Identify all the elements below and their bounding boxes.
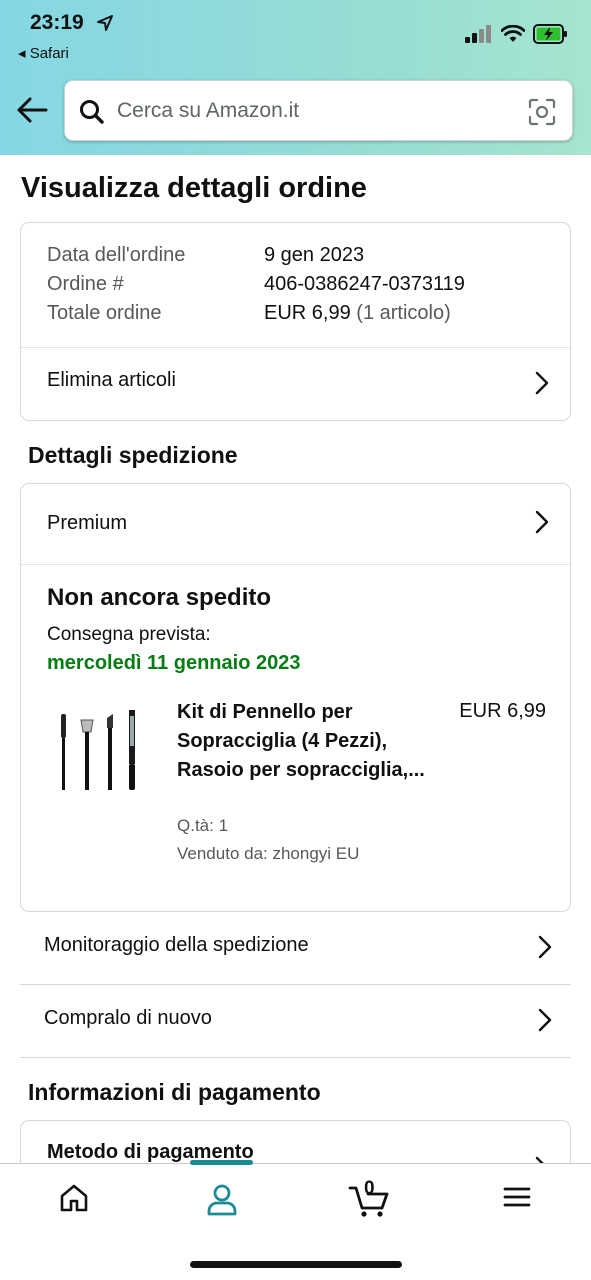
chevron-right-icon [535,510,549,534]
order-summary-card: Data dell'ordine 9 gen 2023 Ordine # 406… [20,222,571,421]
order-date-value: 9 gen 2023 [264,244,365,266]
premium-row[interactable]: Premium [21,484,570,564]
buy-again-row[interactable]: Compralo di nuovo [20,985,571,1058]
cellular-signal-icon [465,25,491,43]
track-shipment-row[interactable]: Monitoraggio della spedizione [20,912,571,985]
wifi-icon [501,25,525,42]
order-total-amount: EUR 6,99 [264,302,351,324]
delete-items-label: Elimina articoli [47,369,176,391]
search-input[interactable] [117,81,517,140]
delivery-date: mercoledì 11 gennaio 2023 [47,652,301,674]
chevron-right-icon [538,935,552,959]
shipment-status: Non ancora spedito [47,584,272,611]
back-to-safari-link[interactable]: ◂ Safari [18,44,69,62]
order-total-value: EUR 6,99 (1 articolo) [264,302,451,325]
status-time: 23:19 [30,11,84,34]
divider [20,1057,571,1058]
product-price: EUR 6,99 [459,700,546,722]
location-arrow-icon [97,15,113,31]
status-icons [465,24,569,44]
battery-charging-icon [533,24,567,44]
buy-again-label: Compralo di nuovo [44,1007,212,1029]
camera-scan-icon[interactable] [528,98,556,126]
delete-items-row[interactable]: Elimina articoli [21,348,570,421]
header: 23:19 ◂ Safari [0,0,591,155]
page-title: Visualizza dettagli ordine [21,172,367,204]
cart-count: 0 [364,1178,375,1199]
order-number-value: 406-0386247-0373119 [264,273,465,295]
premium-label: Premium [47,512,128,534]
back-arrow-icon[interactable] [16,96,48,124]
chevron-right-icon [538,1008,552,1032]
shipment-card: Premium Non ancora spedito Consegna prev… [20,483,571,912]
order-date-label: Data dell'ordine [47,244,186,266]
product-quantity: Q.tà: 1 [177,816,229,835]
track-shipment-label: Monitoraggio della spedizione [44,934,309,956]
product-title-link[interactable]: Kit di Pennello per Sopracciglia (4 Pezz… [177,698,427,785]
order-total-items: (1 articolo) [356,302,451,324]
account-icon[interactable] [205,1182,239,1216]
active-tab-indicator [190,1160,253,1165]
shipping-section-title: Dettagli spedizione [28,442,238,468]
search-bar[interactable] [64,80,573,141]
product-seller: Venduto da: zhongyi EU [177,844,360,863]
order-total-label: Totale ordine [47,302,162,324]
home-indicator [190,1261,402,1268]
bottom-tab-bar: 0 [0,1160,591,1280]
payment-section-title: Informazioni di pagamento [28,1079,321,1105]
divider [21,564,570,565]
product-image[interactable] [49,704,149,804]
home-icon[interactable] [58,1182,90,1214]
search-icon [80,100,104,124]
menu-icon[interactable] [502,1182,532,1212]
delivery-label: Consegna prevista: [47,624,211,645]
order-number-label: Ordine # [47,273,124,295]
chevron-right-icon [535,371,549,395]
